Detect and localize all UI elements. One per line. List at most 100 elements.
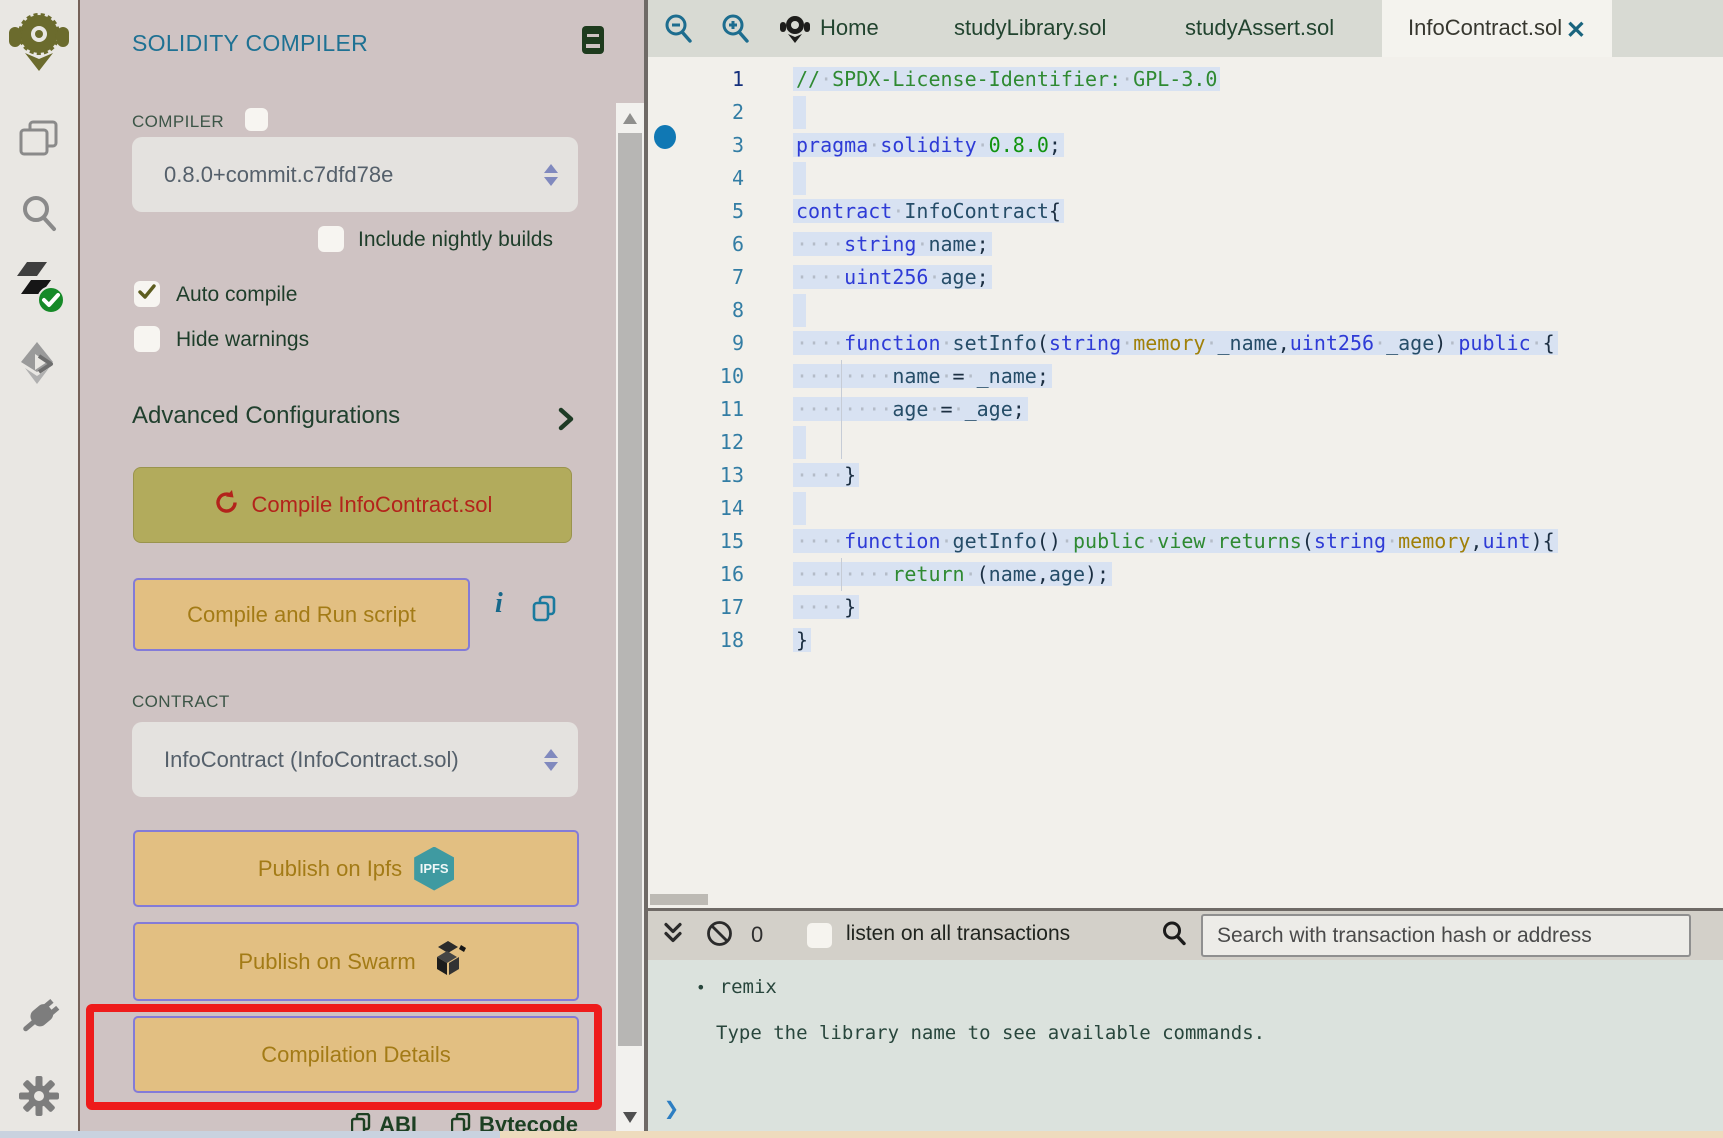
- code-line: 14: [648, 492, 1723, 525]
- compile-button-label: Compile InfoContract.sol: [251, 492, 493, 517]
- compile-and-run-button[interactable]: Compile and Run script: [133, 578, 470, 651]
- expand-terminal-icon[interactable]: [662, 920, 684, 951]
- compiler-version-select[interactable]: 0.8.0+commit.c7dfd78e: [132, 137, 578, 212]
- hide-warnings-label: Hide warnings: [176, 328, 310, 351]
- select-arrows-icon: [544, 748, 558, 771]
- select-arrows-icon: [544, 163, 558, 186]
- code-line: 7 ····uint256·age;: [648, 261, 1723, 294]
- line-number[interactable]: 10: [648, 360, 744, 393]
- compile-button[interactable]: Compile InfoContract.sol: [133, 467, 572, 543]
- active-tab-label: InfoContract.sol: [1408, 15, 1563, 40]
- include-nightly-label: Include nightly builds: [358, 228, 553, 251]
- code-line: 18}: [648, 624, 1723, 657]
- search-rail-icon[interactable]: [19, 193, 59, 238]
- terminal-search-input[interactable]: [1201, 914, 1691, 957]
- panel-title: SOLIDITY COMPILER: [132, 30, 369, 56]
- line-number[interactable]: 8: [648, 294, 744, 327]
- code-line: 16 ········return·(name,age);: [648, 558, 1723, 591]
- terminal-help-line: Type the library name to see available c…: [716, 1022, 1266, 1044]
- line-number[interactable]: 5: [648, 195, 744, 228]
- line-number[interactable]: 9: [648, 327, 744, 360]
- line-number[interactable]: 11: [648, 393, 744, 426]
- bottom-edge-strip: [0, 1131, 1723, 1138]
- clear-console-ban-icon[interactable]: [706, 920, 733, 952]
- terminal-remix-line: • remix: [696, 976, 777, 998]
- tab-infocontract-active[interactable]: InfoContract.sol ✕: [1382, 0, 1612, 57]
- auto-compile-label: Auto compile: [176, 283, 298, 306]
- tab-home[interactable]: Home: [820, 15, 879, 41]
- scrollbar-up-arrow[interactable]: [623, 113, 637, 124]
- sidebar-scrollbar[interactable]: [616, 0, 644, 1138]
- terminal-output[interactable]: • remix Type the library name to see avai…: [648, 960, 1723, 1138]
- line-number[interactable]: 18: [648, 624, 744, 657]
- compiler-version-value: 0.8.0+commit.c7dfd78e: [164, 161, 394, 187]
- publish-ipfs-button[interactable]: Publish on Ipfs IPFS: [133, 830, 579, 907]
- terminal-prompt: ❯: [664, 1094, 680, 1123]
- line-number[interactable]: 7: [648, 261, 744, 294]
- chevron-right-icon[interactable]: [558, 407, 574, 436]
- code-line: 2: [648, 96, 1723, 129]
- code-lines: 1//·SPDX-License-Identifier:·GPL-3.0 2 3 pr…: [648, 63, 1723, 657]
- auto-compile-checkbox[interactable]: [134, 281, 160, 307]
- code-line: 17 ····}: [648, 591, 1723, 624]
- line-number[interactable]: 12: [648, 426, 744, 459]
- line-number[interactable]: 3: [648, 129, 744, 162]
- compile-run-label: Compile and Run script: [187, 601, 416, 627]
- refresh-icon: [213, 489, 240, 522]
- code-line: 13 ····}: [648, 459, 1723, 492]
- tab-studyassert[interactable]: studyAssert.sol: [1185, 15, 1334, 41]
- settings-gear-icon[interactable]: [19, 1076, 59, 1121]
- code-line: 8: [648, 294, 1723, 327]
- listen-transactions-checkbox[interactable]: [807, 923, 832, 948]
- remix-home-icon: [779, 12, 811, 51]
- line-number[interactable]: 16: [648, 558, 744, 591]
- remix-logo-icon[interactable]: [7, 7, 71, 82]
- zoom-in-icon[interactable]: [720, 13, 750, 49]
- line-number[interactable]: 17: [648, 591, 744, 624]
- line-number[interactable]: 13: [648, 459, 744, 492]
- solidity-compiler-icon[interactable]: [13, 258, 65, 321]
- horizontal-scrollbar-thumb[interactable]: [650, 894, 708, 905]
- ipfs-badge-icon: IPFS: [414, 846, 455, 891]
- terminal-panel: 0 listen on all transactions •remix Type…: [648, 908, 1723, 1138]
- publish-swarm-button[interactable]: Publish on Swarm: [133, 922, 579, 1001]
- compilation-details-button[interactable]: Compilation Details: [133, 1016, 579, 1093]
- line-number[interactable]: 15: [648, 525, 744, 558]
- code-line: 6 ····string·name;: [648, 228, 1723, 261]
- code-line: 5 contract·InfoContract{: [648, 195, 1723, 228]
- hide-warnings-checkbox[interactable]: [134, 326, 160, 352]
- close-tab-icon[interactable]: ✕: [1566, 16, 1586, 45]
- deploy-run-icon[interactable]: [15, 340, 63, 391]
- plugin-manager-icon[interactable]: [16, 994, 62, 1041]
- compiler-section-label: COMPILER: [132, 112, 224, 131]
- include-nightly-checkbox[interactable]: [318, 226, 344, 252]
- line-number[interactable]: 2: [648, 96, 744, 129]
- tab-studylibrary[interactable]: studyLibrary.sol: [954, 15, 1106, 41]
- code-line: 12: [648, 426, 1723, 459]
- contract-select-value: InfoContract (InfoContract.sol): [164, 746, 459, 772]
- info-icon[interactable]: i: [495, 588, 503, 620]
- line-number[interactable]: 6: [648, 228, 744, 261]
- code-editor[interactable]: 1//·SPDX-License-Identifier:·GPL-3.0 2 3 pr…: [648, 57, 1723, 908]
- file-explorer-icon[interactable]: [16, 120, 62, 161]
- advanced-configurations-toggle[interactable]: Advanced Configurations: [132, 402, 400, 430]
- tab-bar: Home studyLibrary.sol studyAssert.sol In…: [648, 0, 1723, 57]
- icon-rail: [0, 0, 80, 1138]
- compilation-details-label: Compilation Details: [261, 1041, 451, 1067]
- line-number[interactable]: 1: [648, 63, 744, 96]
- scrollbar-thumb[interactable]: [618, 133, 642, 1046]
- scrollbar-down-arrow[interactable]: [623, 1112, 637, 1123]
- zoom-out-icon[interactable]: [663, 13, 693, 49]
- contract-select[interactable]: InfoContract (InfoContract.sol): [132, 722, 578, 797]
- documentation-icon[interactable]: [582, 26, 604, 59]
- terminal-header: 0 listen on all transactions: [648, 911, 1723, 960]
- main-area: Home studyLibrary.sol studyAssert.sol In…: [648, 0, 1723, 1138]
- compiler-config-checkbox[interactable]: [245, 108, 268, 131]
- bullet-icon: •: [696, 978, 706, 997]
- solidity-compiler-panel: SOLIDITY COMPILER COMPILER 0.8.0+commit.…: [80, 0, 616, 1138]
- transaction-count-badge: 0: [751, 922, 764, 947]
- line-number[interactable]: 4: [648, 162, 744, 195]
- line-number[interactable]: 14: [648, 492, 744, 525]
- copy-icon[interactable]: [532, 595, 556, 628]
- contract-section-label: CONTRACT: [132, 692, 230, 711]
